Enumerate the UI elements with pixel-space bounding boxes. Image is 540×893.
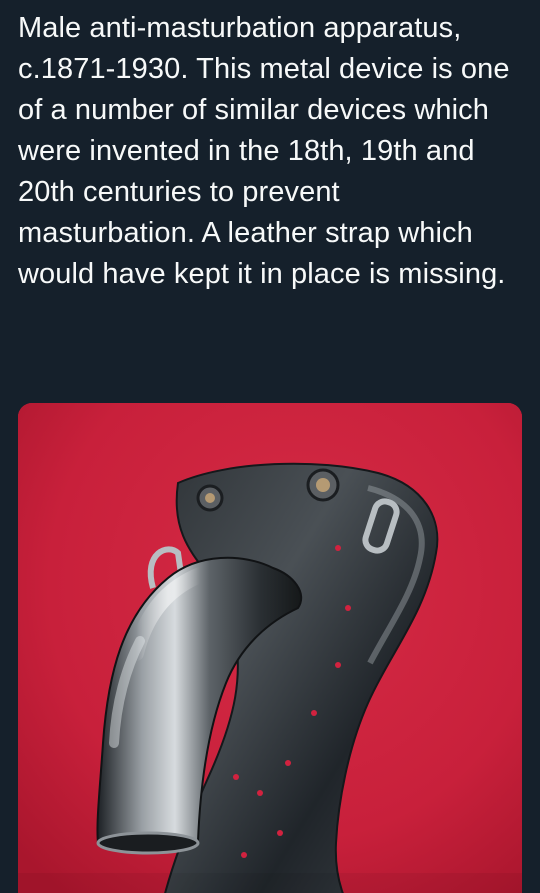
tweet-media-image[interactable] <box>18 403 522 893</box>
tweet-card: Male anti-masturbation apparatus, c.1871… <box>0 0 540 893</box>
metal-device-photo <box>18 403 522 893</box>
tube-opening <box>96 831 200 855</box>
tweet-text: Male anti-masturbation apparatus, c.1871… <box>18 12 510 290</box>
